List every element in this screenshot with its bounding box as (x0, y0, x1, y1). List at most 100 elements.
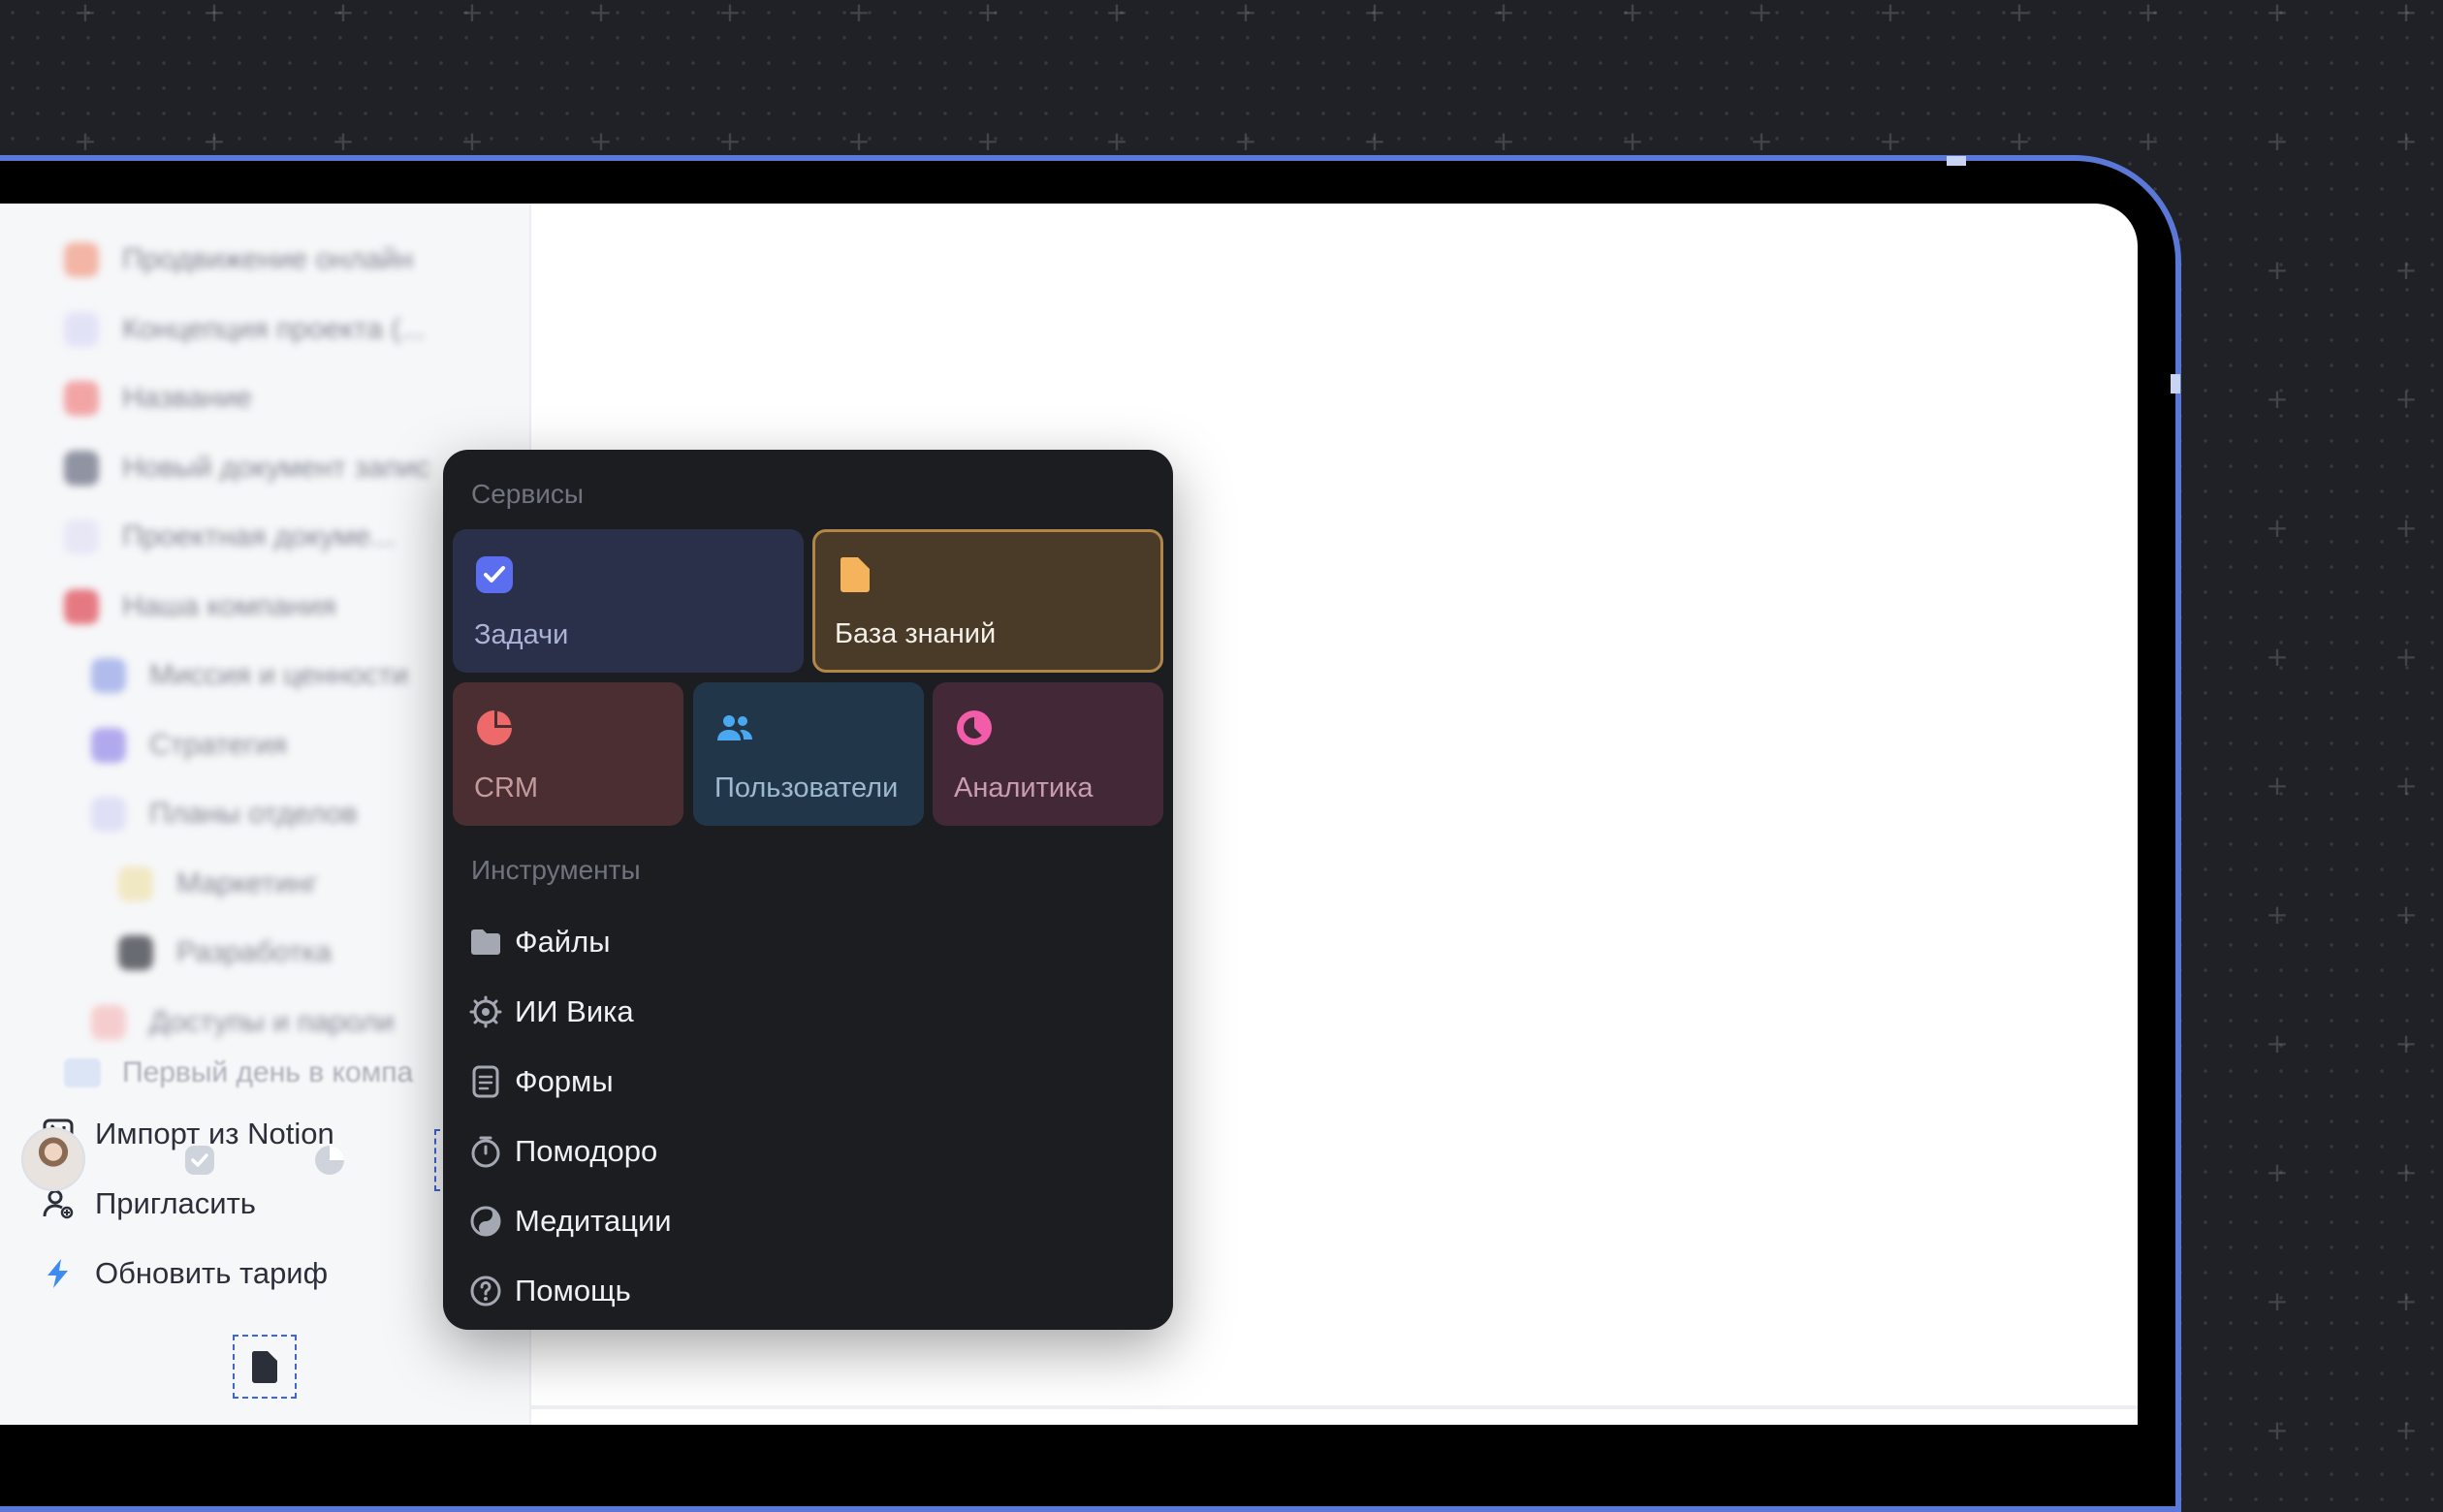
document-icon (840, 557, 870, 592)
sidebar-tree-item[interactable]: Проектная докуме... (64, 518, 395, 556)
grid-plus-mark: + (1750, 0, 1773, 28)
tasks-shortcut-button[interactable] (174, 1135, 225, 1185)
sidebar-tree-item[interactable]: Планы отделов (91, 795, 358, 834)
tools-list: Файлы ИИ Вика Формы Помодоро Медитации П… (468, 907, 672, 1326)
page-emoji-icon (64, 242, 99, 277)
pie-chart-icon (477, 710, 512, 745)
grid-plus-mark: + (718, 0, 742, 28)
grid-plus-mark: + (976, 0, 999, 28)
grid-plus-mark: + (332, 125, 355, 157)
checkbox-icon (476, 556, 513, 593)
page-emoji-icon (64, 450, 99, 486)
service-card-knowledge-base[interactable]: База знаний (812, 529, 1163, 673)
grid-plus-mark: + (1621, 125, 1644, 157)
user-avatar[interactable] (21, 1127, 85, 1191)
page-emoji-icon (118, 866, 153, 901)
page-emoji-icon (118, 935, 153, 970)
knowledge-base-shortcut-button[interactable] (233, 1335, 297, 1399)
grid-plus-mark: + (1363, 0, 1386, 28)
grid-plus-mark: + (1234, 125, 1257, 157)
sidebar-tree-item[interactable]: Название (64, 379, 252, 418)
page-emoji-icon (91, 797, 126, 832)
grid-plus-mark: + (1750, 125, 1773, 157)
crm-shortcut-button[interactable] (304, 1135, 355, 1185)
sidebar-tree-item[interactable]: Концепция проекта (... (64, 310, 425, 349)
ai-gear-icon (468, 994, 503, 1029)
sidebar-tree-item-label: Продвижение онлайн (122, 243, 414, 275)
upgrade-plan-button[interactable]: Обновить тариф (39, 1239, 334, 1308)
grid-plus-mark: + (1492, 0, 1515, 28)
grid-plus-mark: + (2266, 1027, 2289, 1059)
sidebar-tree-item[interactable]: Доступы и пароли (91, 1003, 395, 1042)
grid-plus-mark: + (2395, 1156, 2418, 1188)
grid-plus-mark: + (2008, 0, 2031, 28)
grid-plus-mark: + (2395, 1027, 2418, 1059)
grid-plus-mark: + (2008, 125, 2031, 157)
sidebar-tree-item[interactable]: Разработка (118, 933, 332, 972)
service-card-tasks[interactable]: Задачи (453, 529, 804, 673)
page-emoji-icon (91, 727, 126, 763)
grid-plus-mark: + (718, 125, 742, 157)
grid-plus-mark: + (74, 125, 97, 157)
grid-plus-mark: + (460, 125, 484, 157)
sidebar-tree-item-label: Название (122, 382, 253, 414)
users-icon (717, 715, 752, 740)
grid-plus-mark: + (847, 0, 871, 28)
grid-plus-mark: + (2266, 1285, 2289, 1317)
sidebar-tree-item-label: Концепция проекта (... (122, 312, 426, 345)
grid-plus-mark: + (1105, 0, 1128, 28)
tools-heading: Инструменты (471, 855, 641, 885)
tool-meditations[interactable]: Медитации (468, 1186, 672, 1256)
grid-plus-mark: + (589, 125, 613, 157)
sidebar-tree-item[interactable]: Миссия и ценности (91, 656, 408, 695)
grid-plus-mark: + (2266, 512, 2289, 544)
grid-plus-mark: + (2266, 641, 2289, 673)
tool-pomodoro[interactable]: Помодоро (468, 1117, 672, 1186)
frame-marker-top (1947, 156, 1966, 166)
sidebar-item-first-day[interactable]: Первый день в компа (64, 1056, 413, 1089)
grid-plus-mark: + (1879, 0, 1902, 28)
service-card-users[interactable]: Пользователи (693, 682, 924, 826)
grid-plus-mark: + (2395, 641, 2418, 673)
grid-plus-mark: + (2395, 1285, 2418, 1317)
sidebar-tree-item[interactable]: Продвижение онлайн (64, 240, 413, 279)
sidebar-tree-item[interactable]: Маркетинг (118, 865, 318, 903)
grid-plus-mark: + (2266, 1414, 2289, 1446)
grid-plus-mark: + (2266, 1156, 2289, 1188)
grid-plus-mark: + (2266, 125, 2289, 157)
grid-plus-mark: + (2395, 0, 2418, 28)
sidebar-tree-item-label: Доступы и пароли (149, 1005, 395, 1038)
grid-plus-mark: + (2395, 512, 2418, 544)
tool-forms[interactable]: Формы (468, 1047, 672, 1117)
service-card-crm[interactable]: CRM (453, 682, 683, 826)
card-icon (64, 1058, 101, 1087)
help-icon (468, 1274, 503, 1308)
grid-plus-mark: + (847, 125, 871, 157)
grid-plus-mark: + (2395, 125, 2418, 157)
lightning-icon (39, 1254, 78, 1293)
sidebar-tree-item-label: Разработка (176, 936, 332, 968)
service-card-analytics[interactable]: Аналитика (933, 682, 1163, 826)
grid-plus-mark: + (1363, 125, 1386, 157)
grid-plus-mark: + (2395, 254, 2418, 286)
grid-plus-mark: + (2395, 383, 2418, 415)
sidebar-tree-item[interactable]: Стратегия (91, 726, 287, 765)
analytics-icon (957, 710, 992, 745)
tool-files[interactable]: Файлы (468, 907, 672, 977)
pie-chart-icon (315, 1146, 344, 1175)
sidebar-tree-item[interactable]: Новый документ запис (64, 449, 430, 488)
sidebar-tree-item-label: Новый документ запис (122, 451, 430, 484)
grid-plus-mark: + (2137, 0, 2160, 28)
sidebar-tree-item-label: Маркетинг (176, 866, 318, 899)
sidebar-tree-item[interactable]: Наша компания (64, 587, 336, 626)
grid-plus-mark: + (1105, 125, 1128, 157)
grid-plus-mark: + (203, 0, 226, 28)
tool-help[interactable]: Помощь (468, 1256, 672, 1326)
grid-plus-mark: + (2137, 125, 2160, 157)
grid-plus-mark: + (460, 0, 484, 28)
tool-ai-vika[interactable]: ИИ Вика (468, 977, 672, 1047)
timer-icon (468, 1134, 503, 1169)
sidebar-tree-item-label: Стратегия (149, 728, 288, 761)
grid-plus-mark: + (976, 125, 999, 157)
grid-plus-mark: + (2395, 770, 2418, 802)
